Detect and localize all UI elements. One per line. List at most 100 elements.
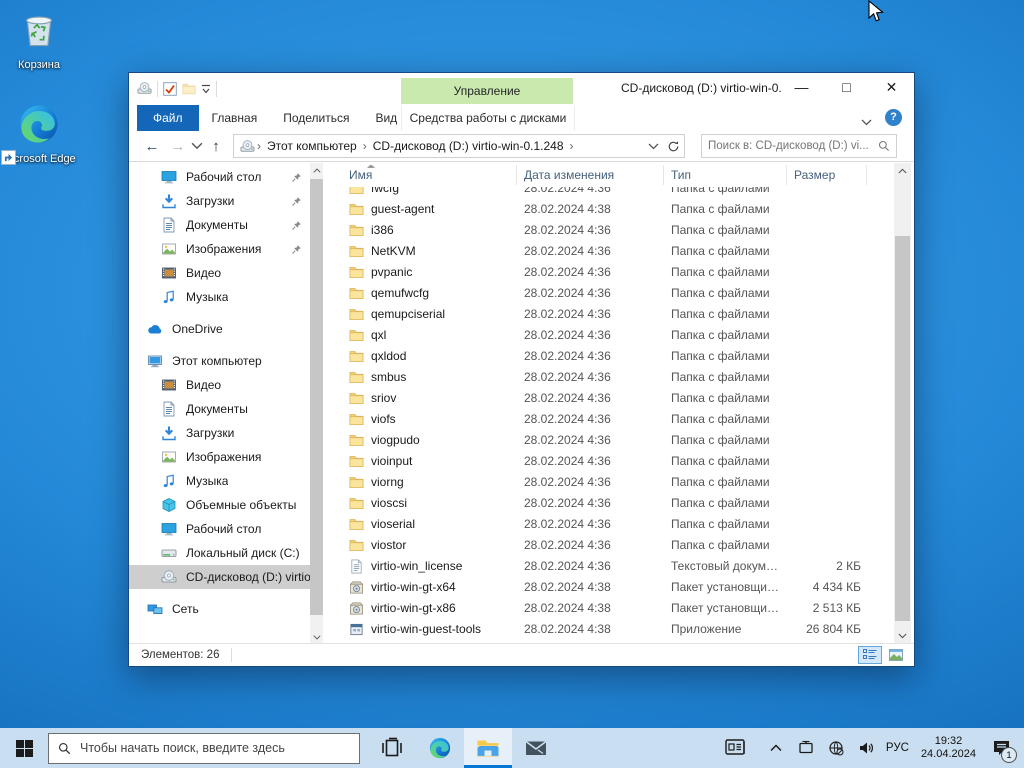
file-row[interactable]: virtio-win-gt-x64 28.02.2024 4:38 Пакет ус… (337, 577, 894, 598)
sidebar-item[interactable]: Изображения (129, 237, 310, 261)
recent-locations-chevron-icon[interactable] (191, 142, 203, 150)
address-dropdown-chevron-icon[interactable] (648, 143, 659, 150)
breadcrumb-item[interactable]: Этот компьютер (263, 139, 361, 153)
chevron-right-icon[interactable]: › (568, 139, 576, 153)
file-row[interactable]: fwcfg 28.02.2024 4:36 Папка с файлами (337, 187, 894, 199)
scroll-down-icon[interactable] (311, 630, 322, 644)
forward-button[interactable]: → (165, 138, 191, 155)
taskbar-explorer-button[interactable] (464, 728, 512, 768)
sidebar-item[interactable]: Локальный диск (C:) (129, 541, 310, 565)
chevron-down-icon[interactable] (861, 113, 872, 126)
tab-contextual[interactable]: Средства работы с дисками (401, 105, 575, 131)
file-row[interactable]: virtio-win-gt-x86 28.02.2024 4:38 Пакет ус… (337, 598, 894, 619)
up-button[interactable]: ↑ (203, 138, 229, 155)
file-row[interactable]: virtio-win-guest-tools 28.02.2024 4:38 При… (337, 619, 894, 640)
desktop-icon-recycle-bin[interactable]: Корзина (0, 8, 78, 72)
file-row[interactable]: NetKVM 28.02.2024 4:36 Папка с файлами (337, 241, 894, 262)
taskbar-edge-button[interactable] (416, 728, 464, 768)
tray-chevron-up-icon[interactable] (764, 728, 788, 768)
tab-ribbon-2[interactable]: Поделиться (270, 105, 362, 131)
sidebar-item[interactable]: Сеть (129, 597, 310, 621)
volume-icon[interactable] (854, 728, 878, 768)
file-name: vioinput (349, 451, 515, 472)
sidebar-item[interactable]: Видео (129, 261, 310, 285)
file-row[interactable]: vioinput 28.02.2024 4:36 Папка с файлами (337, 451, 894, 472)
close-button[interactable]: ✕ (869, 73, 914, 104)
sidebar-item[interactable]: Видео (129, 373, 310, 397)
file-row[interactable]: viorng 28.02.2024 4:36 Папка с файлами (337, 472, 894, 493)
file-row[interactable]: smbus 28.02.2024 4:36 Папка с файлами (337, 367, 894, 388)
sidebar-item-label: Загрузки (186, 426, 235, 440)
sidebar-item[interactable]: Музыка (129, 285, 310, 309)
tab-ribbon-1[interactable]: Главная (199, 105, 271, 131)
display-device-icon[interactable] (794, 728, 818, 768)
new-folder-icon[interactable] (182, 82, 196, 96)
help-button[interactable]: ? (885, 109, 902, 126)
search-icon[interactable] (878, 140, 890, 152)
address-bar[interactable]: › Этот компьютер › CD-дисковод (D:) virtio… (233, 134, 685, 158)
network-offline-icon[interactable] (824, 728, 848, 768)
scroll-down-icon[interactable] (894, 628, 911, 644)
clock[interactable]: 19:32 24.04.2024 (921, 735, 976, 761)
file-row[interactable]: guest-agent 28.02.2024 4:38 Папка с файлам… (337, 199, 894, 220)
sidebar-item[interactable]: Музыка (129, 469, 310, 493)
desktop-icon-edge[interactable]: Microsoft Edge (0, 102, 78, 166)
sidebar-item[interactable]: Этот компьютер (129, 349, 310, 373)
news-widget-icon[interactable] (721, 728, 751, 768)
file-row[interactable]: viofs 28.02.2024 4:36 Папка с файлами (337, 409, 894, 430)
sidebar-scrollbar[interactable] (310, 163, 323, 644)
breadcrumb-item[interactable]: CD-дисковод (D:) virtio-win-0.1.248 (369, 139, 568, 153)
file-row[interactable]: qxl 28.02.2024 4:36 Папка с файлами (337, 325, 894, 346)
sidebar-item[interactable]: CD-дисковод (D:) virtio- (129, 565, 310, 589)
column-header[interactable]: Размер (787, 165, 867, 185)
large-icons-view-button[interactable] (884, 646, 908, 664)
task-view-button[interactable] (368, 728, 416, 768)
sidebar-item[interactable]: OneDrive (129, 317, 310, 341)
customize-qat-chevron-icon[interactable] (201, 84, 211, 94)
column-header[interactable]: Дата изменения (517, 165, 664, 185)
file-row[interactable]: virtio-win_license 28.02.2024 4:36 Текстов… (337, 556, 894, 577)
notification-center-button[interactable]: 1 (986, 728, 1017, 768)
sidebar-item[interactable]: Загрузки (129, 189, 310, 213)
sidebar-item[interactable]: Объемные объекты (129, 493, 310, 517)
explorer-search-input[interactable]: Поиск в: CD-дисковод (D:) vi... (701, 134, 897, 158)
file-row[interactable]: pvpanic 28.02.2024 4:36 Папка с файлами (337, 262, 894, 283)
titlebar[interactable]: Управление CD-дисковод (D:) virtio-win-0… (129, 73, 914, 105)
scroll-up-icon[interactable] (311, 163, 322, 177)
file-row[interactable]: qemupciserial 28.02.2024 4:36 Папка с файл… (337, 304, 894, 325)
file-row[interactable]: vioserial 28.02.2024 4:36 Папка с файлами (337, 514, 894, 535)
scrollbar-thumb[interactable] (895, 236, 910, 621)
chevron-right-icon[interactable]: › (361, 139, 369, 153)
sidebar-item[interactable]: Рабочий стол (129, 517, 310, 541)
file-row[interactable]: qxldod 28.02.2024 4:36 Папка с файлами (337, 346, 894, 367)
sidebar-item[interactable]: Загрузки (129, 421, 310, 445)
maximize-button[interactable]: □ (824, 73, 869, 104)
file-row[interactable]: viogpudo 28.02.2024 4:36 Папка с файлами (337, 430, 894, 451)
sort-ascending-icon (367, 165, 375, 168)
sidebar-item[interactable]: Документы (129, 213, 310, 237)
properties-icon[interactable] (163, 81, 177, 96)
scrollbar-thumb[interactable] (310, 179, 323, 615)
refresh-icon[interactable] (667, 140, 680, 153)
file-row[interactable]: vioscsi 28.02.2024 4:36 Папка с файлами (337, 493, 894, 514)
column-header[interactable]: Имя (337, 165, 517, 185)
file-type-icon (349, 433, 364, 448)
column-header[interactable]: Тип (664, 165, 787, 185)
minimize-button[interactable]: — (779, 73, 824, 104)
start-button[interactable] (0, 728, 48, 768)
sidebar-item[interactable]: Рабочий стол (129, 165, 310, 189)
tab-file[interactable]: Файл (137, 105, 199, 131)
file-row[interactable]: sriov 28.02.2024 4:36 Папка с файлами (337, 388, 894, 409)
file-row[interactable]: i386 28.02.2024 4:36 Папка с файлами (337, 220, 894, 241)
language-indicator[interactable]: РУС (886, 742, 909, 754)
sidebar-item[interactable]: Изображения (129, 445, 310, 469)
back-button[interactable]: ← (139, 138, 165, 155)
taskbar-search-input[interactable]: Чтобы начать поиск, введите здесь (48, 732, 360, 764)
scroll-up-icon[interactable] (894, 163, 911, 179)
taskbar-mail-button[interactable] (512, 728, 560, 768)
sidebar-item[interactable]: Документы (129, 397, 310, 421)
file-row[interactable]: viostor 28.02.2024 4:36 Папка с файлами (337, 535, 894, 556)
list-scrollbar[interactable] (894, 163, 911, 644)
file-row[interactable]: qemufwcfg 28.02.2024 4:36 Папка с файлами (337, 283, 894, 304)
details-view-button[interactable] (858, 646, 882, 664)
